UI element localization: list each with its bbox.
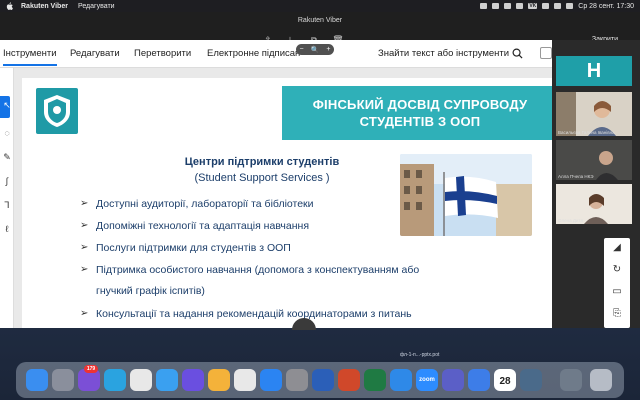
notification-badge: 179 [84, 365, 98, 373]
arrow-bullet-icon: ➢ [80, 198, 89, 209]
slide-heading: Центри підтримки студентів [184, 156, 340, 168]
participant-video[interactable]: Васильєва Галина Іванівна [556, 92, 632, 136]
slide-title-banner: ФІНСЬКИЙ ДОСВІД СУПРОВОДУ СТУДЕНТІВ З ОО… [282, 86, 552, 140]
menu-clock[interactable]: Ср 28 сент. 17:30 [578, 3, 634, 10]
status-app-icon[interactable] [516, 3, 524, 9]
participant-name: Васильєва Галина Іванівна [558, 130, 615, 135]
zoom-out-button[interactable]: − [300, 46, 304, 53]
finland-flag-photo [400, 154, 532, 236]
wifi-icon[interactable] [554, 3, 562, 9]
mail-icon[interactable] [390, 369, 412, 391]
participant-name: Олена Дитя [558, 218, 583, 223]
status-app-icon[interactable] [492, 3, 500, 9]
desktop-file-label[interactable]: фл-1-п...-pptx.pot [400, 352, 439, 358]
arrow-bullet-icon: ➢ [80, 242, 89, 253]
participant-name: Алла Пчела НКЭ [558, 174, 594, 179]
trash-bin-icon[interactable] [590, 369, 612, 391]
app-icon[interactable] [442, 369, 464, 391]
panel-toggle-icon[interactable] [540, 47, 552, 59]
arrow-bullet-icon: ➢ [80, 308, 89, 319]
slide-heading-english: (Student Support Services ) [194, 172, 330, 184]
participant-video[interactable]: Олена Дитя [556, 184, 632, 224]
status-app-icon[interactable] [480, 3, 488, 9]
word-icon[interactable] [312, 369, 334, 391]
select-tool-icon[interactable]: ↖ [2, 100, 12, 110]
text-tool-icon[interactable]: Ꞁ [2, 200, 12, 210]
keyboard-layout-icon[interactable]: VK [528, 3, 538, 9]
signature-tool-icon[interactable]: ℓ [2, 224, 12, 234]
settings-icon[interactable] [286, 369, 308, 391]
menu-app-name[interactable]: Rakuten Viber [21, 3, 68, 10]
zoom-label: zoom [419, 377, 435, 383]
app-store-icon[interactable] [260, 369, 282, 391]
slide-title-line1: ФІНСЬКИЙ ДОСВІД СУПРОВОДУ [312, 97, 528, 112]
tab-esign[interactable]: Електронне підписан [207, 48, 300, 59]
launchpad-icon[interactable] [52, 369, 74, 391]
slide-title-line2: СТУДЕНТІВ З ООП [359, 114, 481, 129]
presentation-slide: ФІНСЬКИЙ ДОСВІД СУПРОВОДУ СТУДЕНТІВ З ОО… [22, 78, 552, 328]
teams-icon[interactable] [182, 369, 204, 391]
comment-tool-icon[interactable]: ◌ [2, 128, 12, 138]
powerpoint-icon[interactable] [338, 369, 360, 391]
downloads-stack-icon[interactable] [560, 369, 582, 391]
calendar-day: 28 [499, 376, 511, 387]
telegram-icon[interactable] [104, 369, 126, 391]
participant-video[interactable]: Алла Пчела НКЭ [556, 140, 632, 180]
crest-icon [44, 95, 70, 127]
pdf-toolbar: Інструменти Редагувати Перетворити Елект… [0, 40, 552, 68]
search-tools-field[interactable]: Знайти текст або інструменти [378, 48, 509, 59]
window-titlebar: Rakuten Viber [0, 12, 640, 28]
tab-convert[interactable]: Перетворити [134, 48, 191, 59]
page-thumbnails-icon[interactable]: ▭ [611, 286, 623, 298]
battery-icon[interactable] [542, 3, 550, 9]
safari-icon[interactable] [156, 369, 178, 391]
pen-tool-icon[interactable]: ✎ [2, 152, 12, 162]
tab-tools[interactable]: Інструменти [3, 48, 57, 66]
bookmark-icon[interactable]: ⎘ [611, 308, 623, 320]
app-icon[interactable] [520, 369, 542, 391]
window-title: Rakuten Viber [297, 16, 343, 24]
zoom-in-button[interactable]: + [326, 46, 330, 53]
browser-icon[interactable] [468, 369, 490, 391]
zoom-control: − 🔍 + [296, 44, 334, 55]
control-center-icon[interactable] [566, 3, 574, 9]
arrow-bullet-icon: ➢ [80, 220, 89, 231]
search-icon[interactable] [512, 48, 523, 59]
tab-edit[interactable]: Редагувати [70, 48, 120, 59]
notes-icon[interactable] [234, 369, 256, 391]
right-tool-strip: ◢ ↻ ▭ ⎘ [604, 238, 630, 328]
menu-edit[interactable]: Редагувати [78, 3, 115, 10]
status-app-icon[interactable] [504, 3, 512, 9]
document-viewport: ФІНСЬКИЙ ДОСВІД СУПРОВОДУ СТУДЕНТІВ З ОО… [14, 68, 552, 328]
university-logo [36, 88, 78, 134]
mac-menu-bar: Rakuten Viber Редагувати VK Ср 28 сент. … [0, 0, 640, 12]
zoom-magnifier-icon[interactable]: 🔍 [311, 46, 320, 54]
photos-icon[interactable] [208, 369, 230, 391]
host-avatar[interactable]: H [556, 56, 632, 86]
chrome-icon[interactable] [130, 369, 152, 391]
collapse-icon[interactable]: ◢ [611, 242, 623, 254]
left-tool-rail: ↖ ◌ ✎ ∫ Ꞁ ℓ [0, 68, 14, 328]
finder-icon[interactable] [26, 369, 48, 391]
apple-logo-icon[interactable] [6, 2, 13, 10]
excel-icon[interactable] [364, 369, 386, 391]
arrow-bullet-icon: ➢ [80, 264, 89, 275]
rotate-icon[interactable]: ↻ [611, 264, 623, 276]
draw-tool-icon[interactable]: ∫ [2, 176, 12, 186]
status-icons: VK Ср 28 сент. 17:30 [480, 3, 634, 10]
